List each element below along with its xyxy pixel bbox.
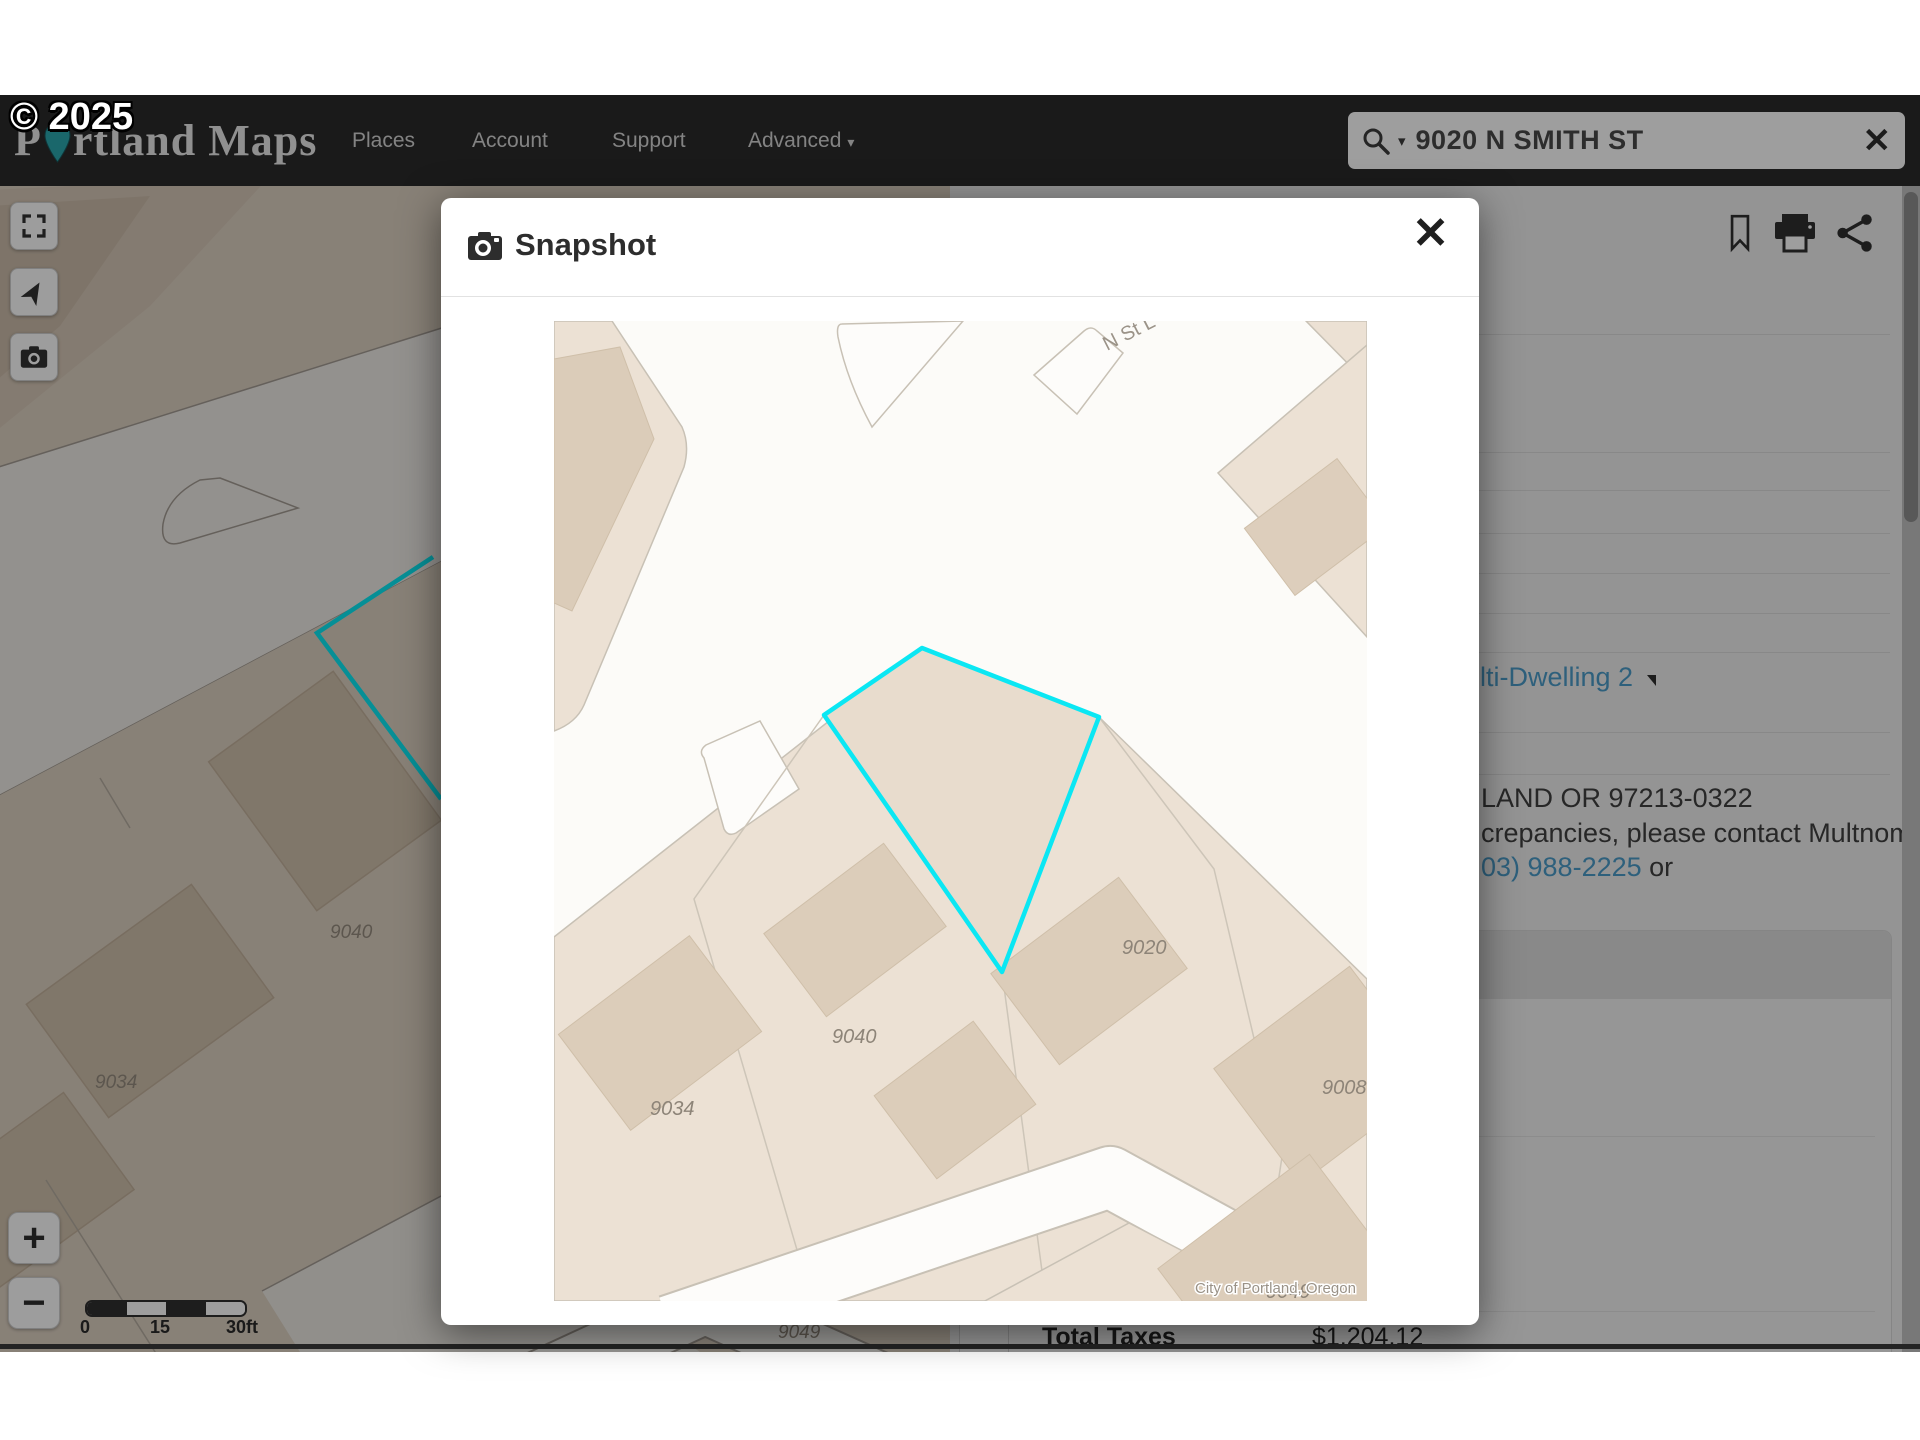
parcel-label-9008: 9008 [1322,1077,1367,1099]
modal-header: Snapshot ✕ [441,198,1479,296]
parcel-label-9040: 9040 [832,1026,877,1048]
close-icon[interactable]: ✕ [1412,212,1449,256]
camera-icon [467,231,503,261]
modal-title: Snapshot [515,227,656,263]
modal-divider [441,296,1479,297]
parcel-label-9020: 9020 [1122,937,1167,959]
parcel-label-9034: 9034 [650,1098,695,1120]
snapshot-modal: Snapshot ✕ [441,198,1479,1325]
copyright-watermark: © 2025 [10,96,133,139]
street-label: N St L [1099,321,1159,355]
screen: P rtland Maps Places Account Support Adv… [0,0,1920,1440]
map-attribution: City of Portland, Oregon [1195,1280,1356,1297]
snapshot-map: 9040 9020 9034 9008 9049 N St L City of … [554,321,1367,1301]
